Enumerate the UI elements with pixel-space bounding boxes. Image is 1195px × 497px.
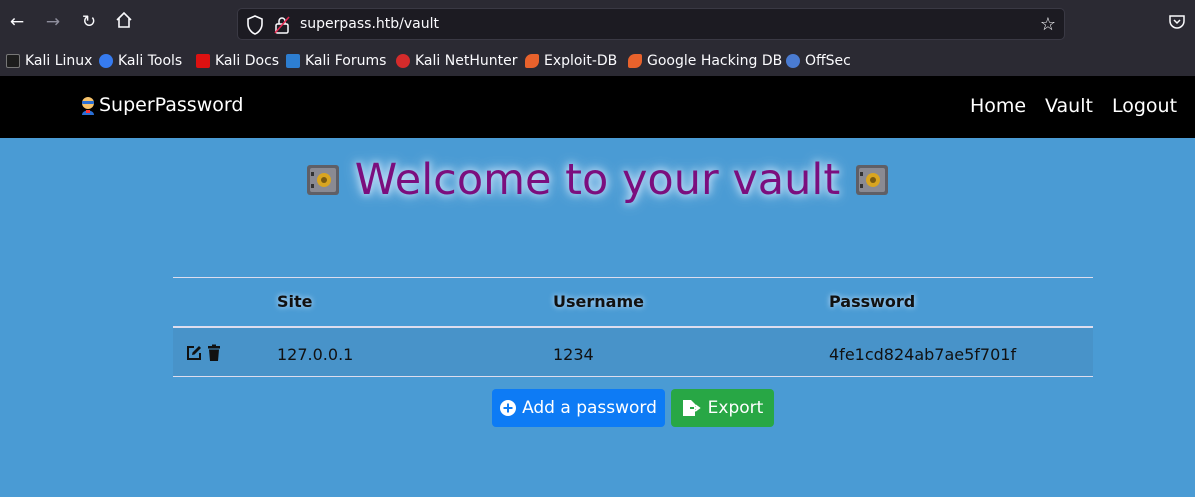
nav-logout-link[interactable]: Logout (1112, 95, 1177, 117)
nav-home-link[interactable]: Home (970, 95, 1026, 117)
kali-dragon-icon (6, 54, 20, 68)
browser-toolbar: ← → ↻ superpass.htb/vault ☆ (0, 0, 1195, 44)
bookmark-star-icon[interactable]: ☆ (1040, 14, 1056, 35)
kali-tools-icon (99, 54, 113, 68)
url-text[interactable]: superpass.htb/vault (300, 16, 439, 32)
cell-username: 1234 (553, 345, 594, 364)
ghdb-icon (628, 54, 642, 68)
page-title: Welcome to your vault (0, 155, 1195, 205)
bookmark-kali-tools[interactable]: Kali Tools (99, 51, 182, 71)
superhero-logo-icon (82, 97, 94, 115)
plus-circle-icon (500, 400, 517, 416)
column-header-username: Username (553, 292, 644, 311)
add-password-label: Add a password (522, 398, 657, 418)
kali-docs-icon (196, 54, 210, 68)
safe-icon (306, 165, 339, 195)
table-divider (173, 277, 1093, 278)
tracking-shield-icon[interactable] (246, 15, 264, 35)
brand-name: SuperPassword (99, 94, 244, 116)
nav-vault-link[interactable]: Vault (1045, 95, 1093, 117)
bookmark-offsec[interactable]: OffSec (786, 51, 851, 71)
edit-icon[interactable] (185, 344, 203, 362)
file-export-icon (682, 400, 701, 416)
back-icon[interactable]: ← (6, 11, 28, 33)
forward-icon[interactable]: → (42, 11, 64, 33)
column-header-site: Site (277, 292, 313, 311)
kali-forums-icon (286, 54, 300, 68)
reload-icon[interactable]: ↻ (78, 11, 100, 33)
offsec-icon (786, 54, 800, 68)
table-row: 127.0.0.1 1234 4fe1cd824ab7ae5f701f (173, 328, 1093, 376)
exploit-db-icon (525, 54, 539, 68)
bookmark-exploit-db[interactable]: Exploit-DB (525, 51, 617, 71)
site-navbar: SuperPassword Home Vault Logout (0, 76, 1195, 138)
bookmark-label: Google Hacking DB (647, 53, 783, 69)
bookmark-ghdb[interactable]: Google Hacking DB (628, 51, 782, 71)
export-button[interactable]: Export (671, 389, 774, 427)
table-divider (173, 376, 1093, 377)
bookmarks-bar: Kali Linux Kali Tools Kali Docs Kali For… (0, 44, 1195, 76)
home-icon[interactable] (113, 11, 135, 33)
bookmark-label: Kali Linux (25, 53, 93, 69)
cell-site: 127.0.0.1 (277, 345, 354, 364)
column-header-password: Password (829, 292, 916, 311)
bookmark-kali-linux[interactable]: Kali Linux (6, 51, 92, 71)
export-label: Export (707, 398, 764, 418)
bookmark-kali-forums[interactable]: Kali Forums (286, 51, 386, 71)
cell-password: 4fe1cd824ab7ae5f701f (829, 345, 1017, 364)
insecure-lock-icon[interactable] (274, 16, 290, 34)
bookmark-label: Kali Forums (305, 53, 387, 69)
bookmark-label: Kali Tools (118, 53, 183, 69)
nethunter-icon (396, 54, 410, 68)
pocket-icon[interactable] (1168, 13, 1186, 31)
bookmark-label: Kali Docs (215, 53, 280, 69)
bookmark-label: OffSec (805, 53, 851, 69)
bookmark-kali-docs[interactable]: Kali Docs (196, 51, 279, 71)
url-bar[interactable]: superpass.htb/vault ☆ (237, 8, 1065, 40)
safe-icon (856, 165, 889, 195)
trash-icon[interactable] (205, 344, 223, 362)
brand-link[interactable]: SuperPassword (78, 94, 243, 116)
vault-title: Welcome to your vault (354, 155, 841, 205)
add-password-button[interactable]: Add a password (492, 389, 665, 427)
bookmark-label: Exploit-DB (544, 53, 618, 69)
bookmark-label: Kali NetHunter (415, 53, 518, 69)
bookmark-kali-nethunter[interactable]: Kali NetHunter (396, 51, 517, 71)
